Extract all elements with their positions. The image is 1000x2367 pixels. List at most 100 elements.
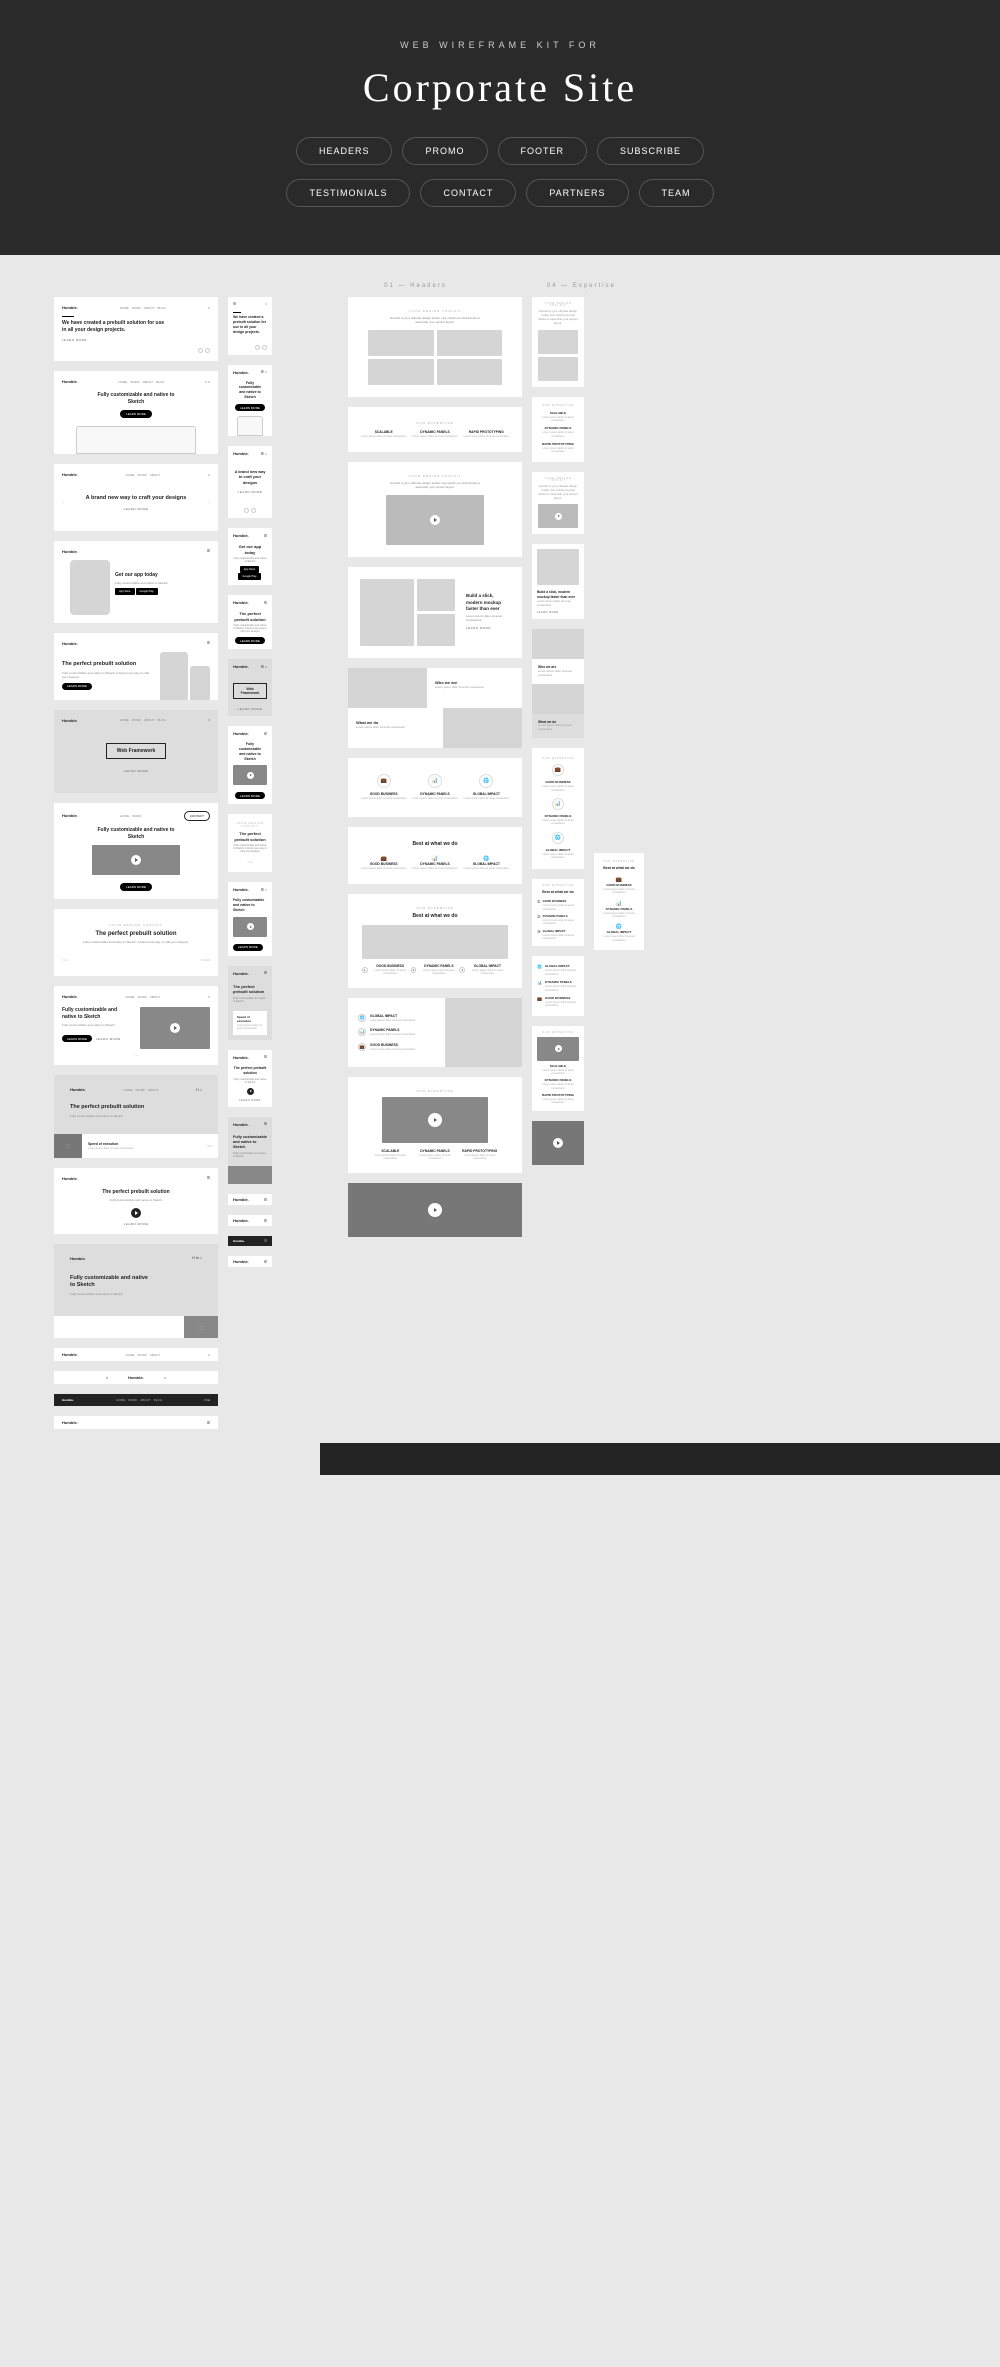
exp-card-6[interactable]: 💼GOOD BUSINESSLorem ipsum dolor sit amet… [348,758,522,816]
header-card-5[interactable]: Humble.☰ The perfect prebuilt solutionFu… [54,633,218,700]
header-card-3[interactable]: Humble.HOMEWORKABOUT○ ‹ A brand new way … [54,464,218,531]
exp-m-8[interactable]: OUR EXPERTISEBest at what we do①GOOD BUS… [532,879,584,946]
pill-contact[interactable]: CONTACT [420,179,516,207]
exp-card-4[interactable]: Build a slick, modern mockup faster than… [348,567,522,658]
exp-card-9[interactable]: 🌐GLOBAL IMPACTLorem ipsum dolor sit amet… [348,998,522,1067]
pill-testimonials[interactable]: TESTIMONIALS [286,179,410,207]
header-m-11[interactable]: Humble.☰The perfect prebuilt solutionFul… [228,1050,272,1107]
exp-m-1[interactable]: YOUR DESIGN TOOLKITHumble is your ultima… [532,297,584,387]
header-card-1[interactable]: Humble.HOMEWORKABOUTBLOG○ We have create… [54,297,218,361]
appstore-button: App Store [115,588,135,595]
header-m-1[interactable]: ☰○We have created a prebuilt solution fo… [228,297,272,355]
header-card-8[interactable]: YOUR DESIGN TOOLKITThe perfect prebuilt … [54,909,218,976]
header-m-8[interactable]: YOUR DESIGN TOOLKITThe perfect prebuilt … [228,814,272,872]
header-card-2[interactable]: Humble.HOMEWORKABOUTBLOG○ ○ Fully custom… [54,371,218,454]
pill-subscribe[interactable]: SUBSCRIBE [597,137,704,165]
l1: GLOBAL IMPACT [370,1014,415,1018]
header-card-10[interactable]: Humble.HOMEWORKABOUTf t ○ The perfect pr… [54,1075,218,1158]
logo: Humble. [62,1176,78,1181]
headline: Fully customizable and native to Sketch [92,392,181,406]
section-expertise: 04 — Expertise [547,283,616,289]
exp-m-6[interactable]: OUR EXPERTISE💼GOOD BUSINESSLorem ipsum d… [532,748,584,869]
header-card-12[interactable]: Humble.f t in ○ Fully customizable and n… [54,1244,218,1338]
exp-card-1[interactable]: YOUR DESIGN TOOLKITHumble is your ultima… [348,297,522,397]
exp-card-5[interactable]: Who we areLorem ipsum dolor sit amet con… [348,668,522,708]
s3: Lorem ipsum dolor sit amet consectetur [599,935,639,942]
header-m-12[interactable]: Humble.☰Fully customizable and native to… [228,1117,272,1185]
navbar-2[interactable]: ×Humble.○ [54,1371,218,1384]
headline: The perfect prebuilt solution [62,661,155,669]
pill-team[interactable]: TEAM [639,179,714,207]
header-m-9[interactable]: Humble.☰ ○Fully customizable and native … [228,882,272,956]
navbar-m-1[interactable]: Humble.☰ [228,1194,272,1205]
exp-m-5b[interactable]: Who we areLorem ipsum dolor sit amet con… [532,659,584,683]
l2: DYNAMIC PANELS [543,914,579,918]
s1: Lorem ipsum dolor sit amet consectetur [361,867,406,870]
play-icon [131,855,141,865]
header-card-7[interactable]: Humble.HOMEWORKCONTACT Fully customizabl… [54,803,218,899]
exp-m-11[interactable] [532,1121,584,1165]
header-m-7[interactable]: Humble.☰Fully customizable and native to… [228,726,272,804]
l2: DYNAMIC PANELS [412,792,457,796]
navbar-m-4[interactable]: Humble.☰ [228,1256,272,1267]
l2: DYNAMIC PANELS [545,980,579,984]
eye: OUR EXPERTISE [368,1089,502,1093]
navbar-1[interactable]: Humble.HOMEWORKABOUT○ [54,1348,218,1361]
play-icon [247,772,254,779]
header-card-9[interactable]: Humble.HOMEWORKABOUT○ Fully customizable… [54,986,218,1065]
exp-t-7[interactable]: OUR EXPERTISEBest at what we do💼GOOD BUS… [594,853,644,950]
intro: Humble is your ultimate design toolkit. … [388,316,482,324]
exp-m-4[interactable]: Build a slick, modern mockup faster than… [532,544,584,619]
pill-promo[interactable]: PROMO [402,137,487,165]
exp-card-10[interactable]: OUR EXPERTISE SCALABLELorem ipsum dolor … [348,1077,522,1173]
exp-card-11[interactable] [348,1183,522,1237]
h: Best at what we do [599,866,639,871]
s1: Lorem ipsum dolor sit amet consectetur [543,904,579,911]
header-card-11[interactable]: Humble.☰ The perfect prebuilt solutionFu… [54,1168,218,1234]
l1: GOOD BUSINESS [361,792,406,796]
link: LEARN MORE [233,707,267,711]
pill-headers[interactable]: HEADERS [296,137,393,165]
pill-footer[interactable]: FOOTER [498,137,588,165]
exp-card-5b[interactable]: What we doLorem ipsum dolor sit amet con… [348,708,522,748]
navbar-4[interactable]: Humble.☰ [54,1416,218,1429]
logo: Humble. [128,1375,144,1380]
exp-m-5a[interactable] [532,629,584,659]
exp-card-8[interactable]: OUR EXPERTISEBest at what we do 1GOOD BU… [348,894,522,988]
exp-card-2[interactable]: OUR EXPERTISE SCALABLELorem ipsum dolor … [348,407,522,452]
navbar-3[interactable]: Humble.HOME WORK ABOUT BLOGf t in [54,1394,218,1406]
header-m-4[interactable]: Humble.☰Get our app todayFully customiza… [228,528,272,585]
logo: Humble. [233,887,249,892]
header-m-10[interactable]: Humble.☰The perfect prebuilt solutionFul… [228,966,272,1040]
chart-icon: 📊 [552,798,564,810]
sub: Fully customizable and native to Sketch [70,1292,202,1296]
pill-partners[interactable]: PARTNERS [526,179,628,207]
sub: Fully customizable and native to Sketch [233,1152,267,1158]
header-m-5[interactable]: Humble.☰The perfect prebuilt solutionFul… [228,595,272,649]
s1: Lorem ipsum dolor sit amet consectetur [370,969,411,976]
cta: LEARN MORE [62,1035,92,1042]
header-card-4[interactable]: Humble.☰ Get our app todayFully customiz… [54,541,218,623]
s2: Lorem ipsum dolor sit amet consectetur [370,1033,415,1036]
header-m-3[interactable]: Humble.☰ ○A brand new way to craft your … [228,446,272,518]
footer-bar [320,1443,1000,1475]
outline-title: Web Framework [106,743,167,759]
eye: OUR EXPERTISE [537,885,579,887]
exp-m-9[interactable]: 🌐GLOBAL IMPACTLorem ipsum dolor sit amet… [532,956,584,1015]
exp-m-3[interactable]: YOUR DESIGN TOOLKITHumble is your ultima… [532,472,584,535]
header-card-6[interactable]: Humble.HOMEWORKABOUTBLOG○ Web FrameworkL… [54,710,218,793]
headline: Fully customizable and native to Sketch [70,1275,149,1290]
exp-card-3[interactable]: YOUR DESIGN TOOLKITHumble is your ultima… [348,462,522,557]
navbar-m-2[interactable]: Humble.☰ [228,1215,272,1226]
exp-m-5c[interactable] [532,684,584,714]
exp-card-7[interactable]: Best at what we do 💼GOOD BUSINESSLorem i… [348,827,522,884]
exp-m-5d[interactable]: What we doLorem ipsum dolor sit amet con… [532,714,584,738]
logo: Humble. [62,641,78,646]
header-m-6[interactable]: Humble.☰ ○Web FrameworkLEARN MORE [228,659,272,716]
exp-m-2[interactable]: OUR EXPERTISESCALABLELorem ipsum dolor s… [532,397,584,462]
exp-m-10[interactable]: OUR EXPERTISESCALABLELorem ipsum dolor s… [532,1026,584,1111]
s3: Lorem ipsum dolor sit amet consectetur [537,853,579,860]
intro: Humble is your ultimate design toolkit. … [538,310,578,326]
navbar-m-3[interactable]: Humble.☰ [228,1236,272,1246]
header-m-2[interactable]: Humble.☰ ○Fully customizable and native … [228,365,272,437]
